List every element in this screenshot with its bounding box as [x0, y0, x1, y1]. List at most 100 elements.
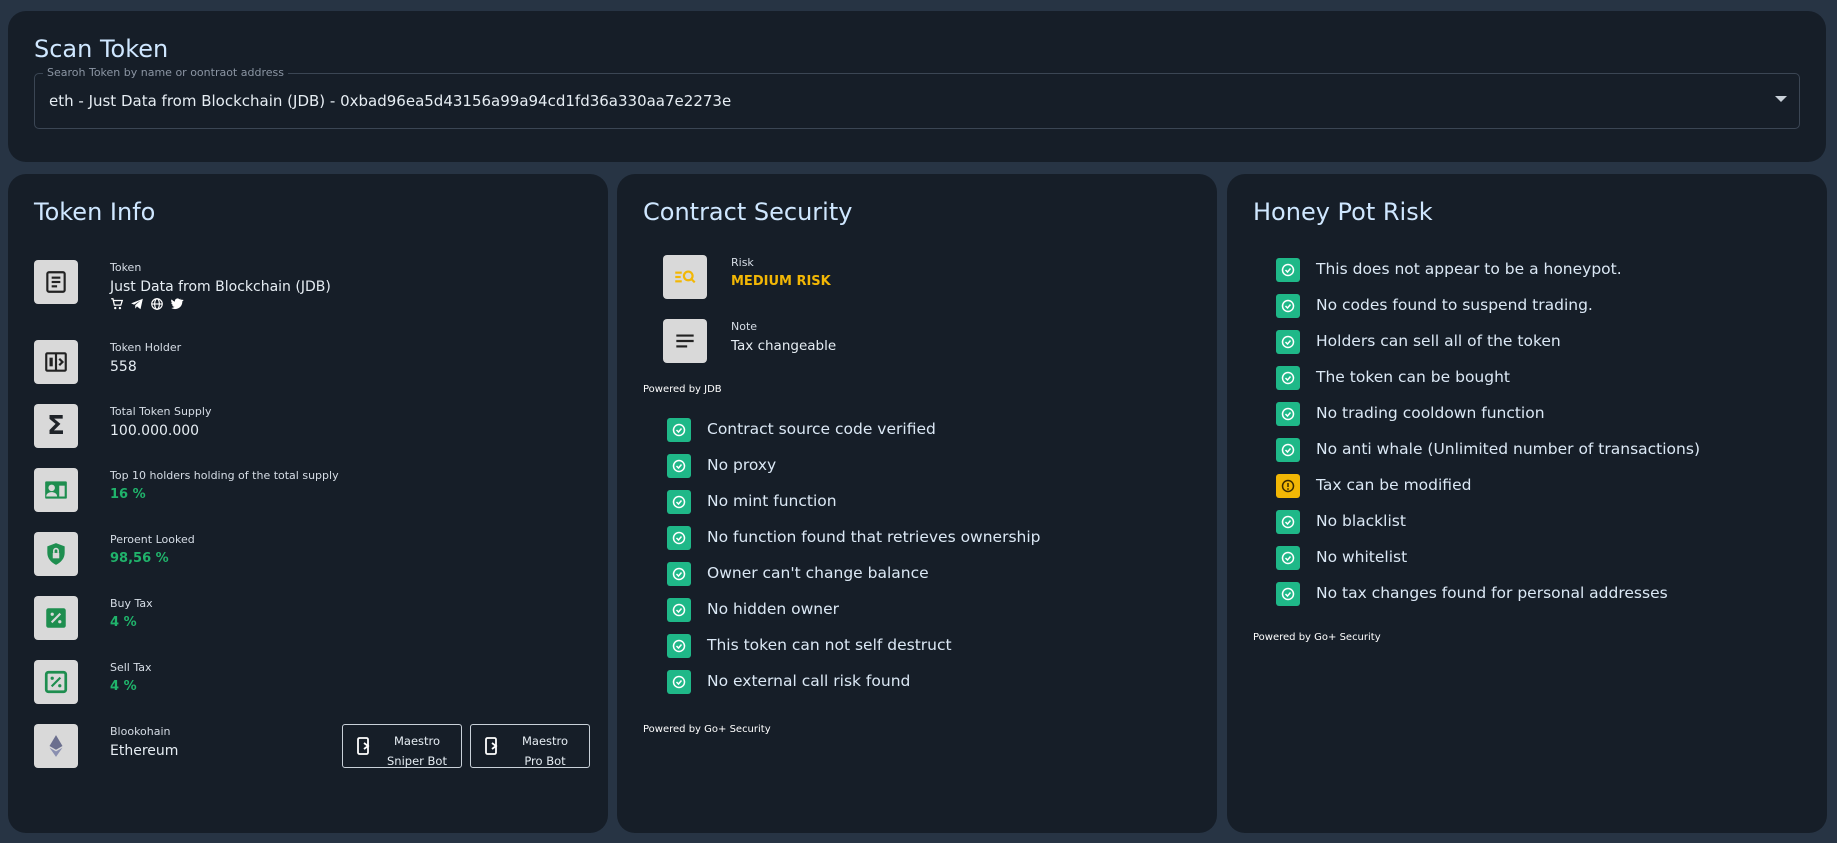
cart-icon[interactable] [110, 297, 124, 311]
ethereum-icon [34, 724, 78, 768]
check-text: No codes found to suspend trading. [1316, 296, 1593, 314]
globe-icon[interactable] [150, 297, 164, 311]
scan-token-title: Scan Token [34, 35, 169, 63]
top-holders-row: Top 10 holders holding of the total supp… [34, 468, 594, 514]
maestro-sniper-bot-button[interactable]: Maestro Sniper Bot [342, 724, 462, 768]
percent-locked-value: 98,56 % [110, 551, 169, 566]
person-card-icon [34, 468, 78, 512]
check-text: Contract source code verified [707, 420, 936, 438]
shield-lock-icon [34, 532, 78, 576]
powered-by-jdb: Powered by JDB [643, 384, 722, 395]
token-row: Token Just Data from Blockchain (JDB) [34, 260, 594, 310]
note-label: Note [731, 320, 758, 333]
token-holder-value: 558 [110, 359, 137, 375]
sell-tax-value: 4 % [110, 679, 137, 694]
check-icon [667, 418, 691, 442]
check-text: Owner can't change balance [707, 564, 929, 582]
note-value: Tax changeable [731, 338, 837, 354]
check-text: This does not appear to be a honeypot. [1316, 260, 1622, 278]
token-value: Just Data from Blockchain (JDB) [110, 279, 331, 295]
percent-locked-row: Peroent Looked 98,56 % [34, 532, 594, 578]
token-holder-label: Token Holder [110, 341, 182, 354]
check-text: No function found that retrieves ownersh… [707, 528, 1041, 546]
check-icon [667, 454, 691, 478]
check-icon [1276, 366, 1300, 390]
check-text: No anti whale (Unlimited number of trans… [1316, 440, 1700, 458]
risk-value: MEDIUM RISK [731, 274, 831, 289]
warning-icon [1276, 474, 1300, 498]
search-value: eth - Just Data from Blockchain (JDB) - … [49, 92, 732, 110]
twitter-icon[interactable] [170, 297, 184, 311]
token-search-select[interactable]: Searoh Token by name or oontraot address… [34, 66, 1800, 129]
telegram-icon[interactable] [130, 297, 144, 311]
sell-tax-label: Sell Tax [110, 661, 152, 674]
check-icon [1276, 294, 1300, 318]
risk-row: Risk MEDIUM RISK [663, 255, 1223, 301]
percent-locked-label: Peroent Looked [110, 533, 195, 546]
check-text: The token can be bought [1316, 368, 1510, 386]
phone-bot-icon [485, 737, 498, 755]
check-text: No blacklist [1316, 512, 1406, 530]
check-text: Tax can be modified [1316, 476, 1472, 494]
buy-tax-value: 4 % [110, 615, 137, 630]
check-text: No trading cooldown function [1316, 404, 1545, 422]
document-icon [34, 260, 78, 304]
risk-label: Risk [731, 256, 754, 269]
check-text: No external call risk found [707, 672, 911, 690]
sell-tax-row: Sell Tax 4 % [34, 660, 594, 706]
check-text: No proxy [707, 456, 777, 474]
holder-icon [34, 340, 78, 384]
honeypot-risk-title: Honey Pot Risk [1253, 198, 1433, 226]
maestro-pro-bot-button[interactable]: Maestro Pro Bot [470, 724, 590, 768]
check-icon [667, 598, 691, 622]
percent-box-icon [34, 660, 78, 704]
contract-security-card: Contract Security Risk MEDIUM RISK Note … [617, 174, 1217, 833]
check-text: Holders can sell all of the token [1316, 332, 1561, 350]
search-label: Searoh Token by name or oontraot address [43, 66, 288, 79]
check-icon [1276, 330, 1300, 354]
check-text: No whitelist [1316, 548, 1408, 566]
check-icon [667, 562, 691, 586]
top-holders-value: 16 % [110, 487, 146, 502]
phone-bot-icon [357, 737, 370, 755]
powered-by-go-security: Powered by Go+ Security [1253, 632, 1381, 643]
total-supply-value: 100.000.000 [110, 423, 200, 439]
check-icon [1276, 438, 1300, 462]
check-text: No hidden owner [707, 600, 839, 618]
total-supply-row: Σ Total Token Supply 100.000.000 [34, 404, 594, 450]
check-icon [1276, 546, 1300, 570]
check-icon [1276, 582, 1300, 606]
bot-line1: Maestro [393, 734, 441, 748]
check-icon [667, 526, 691, 550]
blockchain-row: Blookohain Ethereum Maestro Sniper Bot Ma… [34, 724, 594, 770]
buy-tax-label: Buy Tax [110, 597, 153, 610]
total-supply-label: Total Token Supply [110, 405, 212, 418]
check-icon [1276, 510, 1300, 534]
contract-security-title: Contract Security [643, 198, 853, 226]
scan-token-card: Scan Token Searoh Token by name or oontr… [8, 11, 1826, 162]
check-text: This token can not self destruct [707, 636, 952, 654]
buy-tax-row: Buy Tax 4 % [34, 596, 594, 642]
dropdown-arrow-icon[interactable] [1775, 96, 1787, 102]
powered-by-go-security: Powered by Go+ Security [643, 724, 771, 735]
check-icon [667, 490, 691, 514]
check-icon [1276, 258, 1300, 282]
bot-line2: Sniper Bot [387, 754, 447, 768]
social-links [110, 297, 184, 311]
token-label: Token [110, 261, 142, 274]
token-info-title: Token Info [34, 198, 156, 226]
note-row: Note Tax changeable [663, 319, 1223, 365]
bot-line1: Maestro [521, 734, 569, 748]
percent-icon [34, 596, 78, 640]
token-info-card: Token Info Token Just Data from Blockcha… [8, 174, 608, 833]
check-icon [1276, 402, 1300, 426]
lines-icon [663, 319, 707, 363]
blockchain-value: Ethereum [110, 743, 179, 759]
sigma-icon: Σ [34, 404, 78, 448]
top-holders-label: Top 10 holders holding of the total supp… [110, 469, 339, 482]
honeypot-risk-card: Honey Pot Risk This does not appear to b… [1227, 174, 1827, 833]
risk-search-icon [663, 255, 707, 299]
blockchain-label: Blookohain [110, 725, 171, 738]
bot-line2: Pro Bot [524, 754, 566, 768]
check-icon [667, 670, 691, 694]
